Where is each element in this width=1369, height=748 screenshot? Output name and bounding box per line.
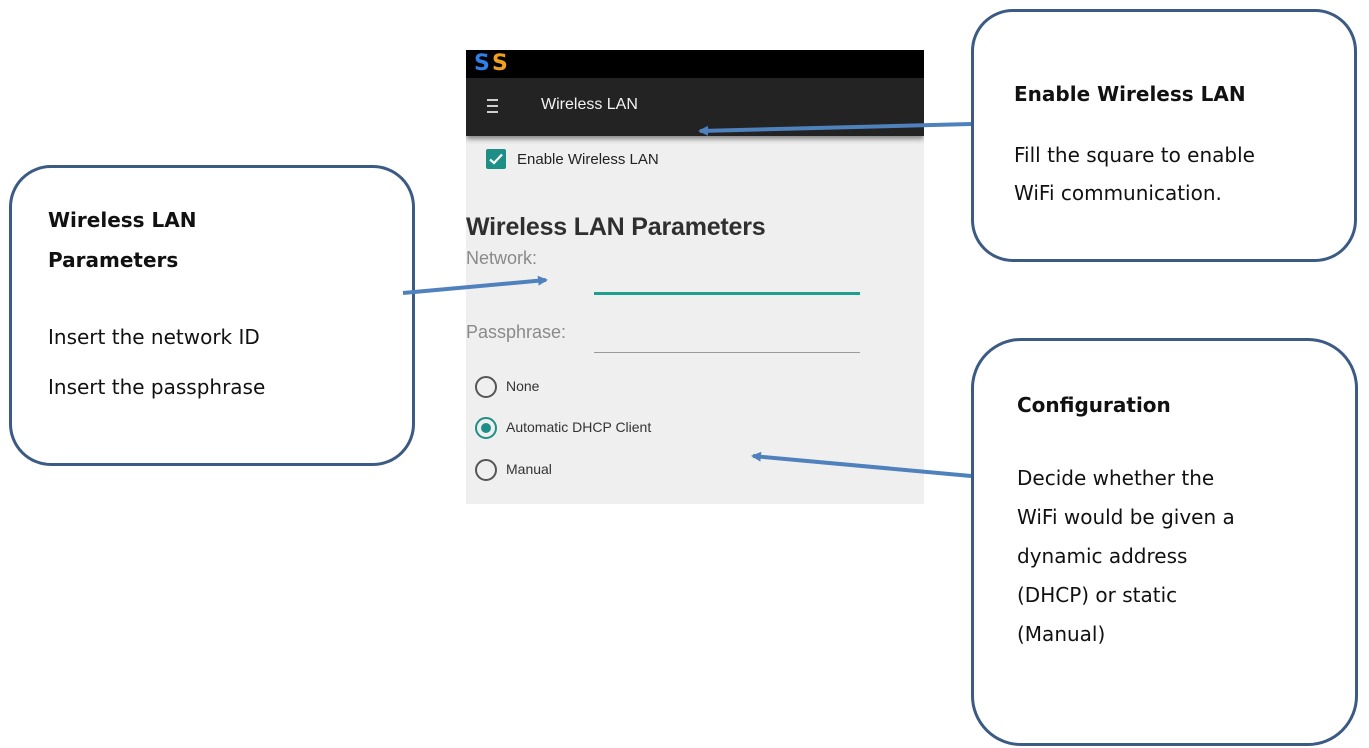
callout-arrows bbox=[402, 122, 972, 478]
arrow-to-dhcp-options bbox=[751, 451, 972, 478]
arrow-to-enable-checkbox bbox=[698, 122, 972, 136]
arrow-to-network-field bbox=[402, 275, 548, 295]
